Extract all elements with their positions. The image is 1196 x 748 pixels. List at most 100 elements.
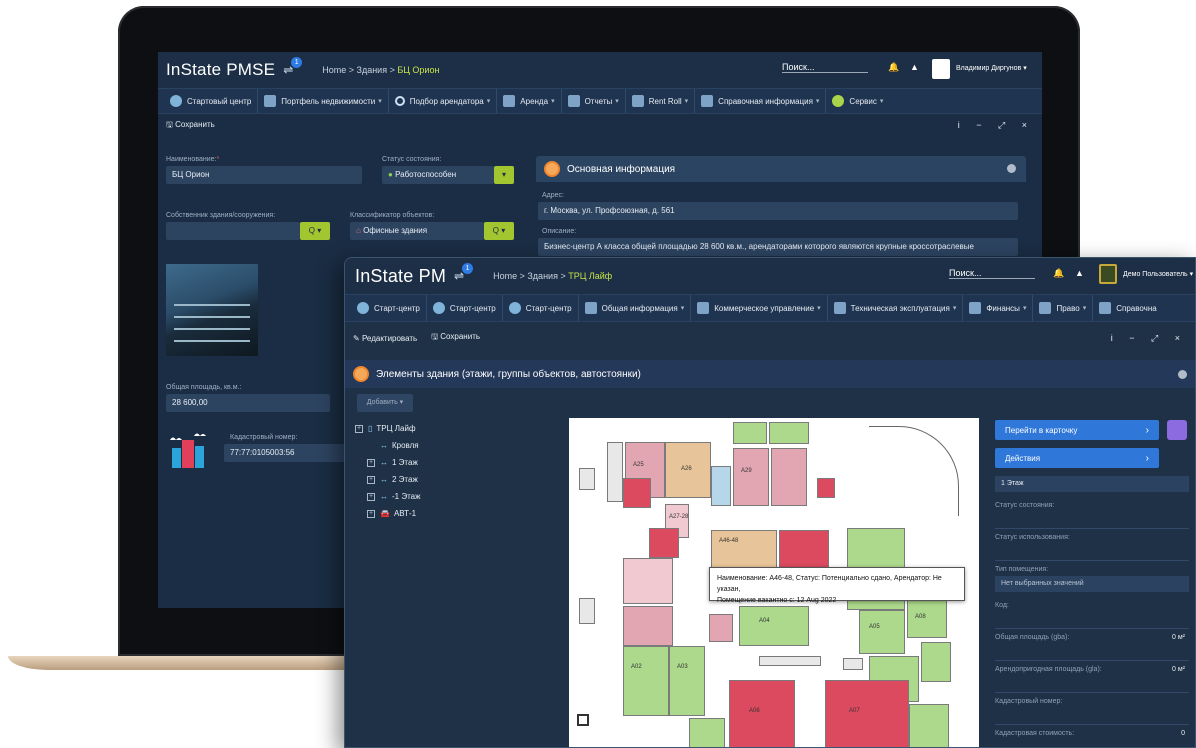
- ownership-search-button[interactable]: Q ▾: [300, 222, 330, 240]
- save-button[interactable]: 🖫 Сохранить: [431, 331, 480, 345]
- plan-room[interactable]: [729, 680, 795, 747]
- plan-room[interactable]: [859, 610, 905, 654]
- nav-item-6[interactable]: Справочная информация ▾: [695, 89, 827, 113]
- bell-icon[interactable]: 🔔: [1053, 268, 1064, 279]
- expand-icon[interactable]: +: [367, 458, 375, 467]
- elements-section-header[interactable]: Элементы здания (этажи, группы объектов,…: [345, 360, 1195, 388]
- address-field[interactable]: г. Москва, ул. Профсоюзная, д. 561: [538, 202, 1018, 220]
- app-logo[interactable]: InState PM: [355, 266, 446, 287]
- building-photo[interactable]: [166, 264, 258, 356]
- name-field[interactable]: БЦ Орион: [166, 166, 362, 184]
- user-menu[interactable]: Демо Пользователь ▾: [1123, 270, 1193, 278]
- goto-card-button[interactable]: Перейти в карточку ›: [995, 420, 1159, 440]
- nav-item-5[interactable]: Rent Roll ▾: [626, 89, 696, 113]
- nav-item-4[interactable]: Отчеты ▾: [562, 89, 626, 113]
- plan-room[interactable]: [909, 704, 949, 747]
- main-info-panel-header[interactable]: Основная информация: [536, 156, 1026, 182]
- plan-room[interactable]: [733, 422, 767, 444]
- nav-item-1[interactable]: Портфель недвижимости ▾: [258, 89, 389, 113]
- app-logo[interactable]: InState PMSE: [166, 60, 275, 80]
- add-dropdown-button[interactable]: Добавить ▾: [357, 394, 413, 412]
- plan-room[interactable]: [623, 478, 651, 508]
- coins-icon: [969, 302, 982, 314]
- plan-room[interactable]: [739, 606, 809, 646]
- nav-item-2[interactable]: Подбор арендатора ▾: [389, 89, 498, 113]
- avatar[interactable]: [1099, 264, 1117, 284]
- plan-room[interactable]: [817, 478, 835, 498]
- breadcrumb-current[interactable]: БЦ Орион: [397, 65, 439, 75]
- nav-item-7[interactable]: Сервис ▾: [826, 89, 889, 113]
- nav-item-8[interactable]: Справочна: [1093, 295, 1162, 321]
- tree-node[interactable]: + 🚘 АВТ-1: [355, 505, 420, 522]
- description-field[interactable]: Бизнес-центр А класса общей площадью 28 …: [538, 238, 1018, 256]
- edit-button[interactable]: ✎ Редактировать: [353, 334, 417, 343]
- classifier-field[interactable]: ⌂ Офисные здания: [350, 222, 484, 240]
- plan-room[interactable]: [623, 646, 669, 716]
- room-label: А04: [759, 618, 770, 624]
- classifier-search-button[interactable]: Q ▾: [484, 222, 514, 240]
- actions-button[interactable]: Действия ›: [995, 448, 1159, 468]
- tree-node[interactable]: + ↔ -1 Этаж: [355, 488, 420, 505]
- nav-item-2[interactable]: Старт-центр: [503, 295, 579, 321]
- status-dropdown-button[interactable]: ▾: [494, 166, 514, 184]
- nav-item-6[interactable]: Финансы ▾: [963, 295, 1034, 321]
- search-input[interactable]: Поиск...: [782, 62, 868, 73]
- floor-field[interactable]: 1 Этаж: [995, 476, 1189, 492]
- collapse-icon[interactable]: [1007, 164, 1016, 173]
- plan-room[interactable]: [711, 466, 731, 506]
- bell-icon[interactable]: 🔔: [888, 62, 899, 73]
- fullscreen-button[interactable]: [1167, 420, 1187, 440]
- expand-icon[interactable]: +: [367, 509, 375, 518]
- room-type-select[interactable]: Нет выбранных значений: [995, 576, 1189, 592]
- breadcrumb-path[interactable]: Home > Здания >: [322, 65, 397, 75]
- plan-room[interactable]: [769, 422, 809, 444]
- nav-item-1[interactable]: Старт-центр: [427, 295, 503, 321]
- description-label: Описание:: [542, 228, 577, 235]
- plan-room[interactable]: [771, 448, 807, 506]
- nav-item-5[interactable]: Техническая эксплуатация ▾: [828, 295, 964, 321]
- status-select[interactable]: ● Работоспособен: [382, 166, 494, 184]
- breadcrumb-path[interactable]: Home > Здания >: [493, 271, 568, 281]
- avatar[interactable]: [932, 59, 950, 79]
- expand-icon[interactable]: +: [367, 492, 375, 501]
- plan-room[interactable]: [623, 606, 673, 646]
- plan-room[interactable]: [843, 658, 863, 670]
- nav-item-0[interactable]: Стартовый центр: [164, 89, 259, 113]
- plan-room[interactable]: [921, 642, 951, 682]
- plan-room[interactable]: [825, 680, 909, 747]
- window-controls[interactable]: i − ⤢ ×: [1111, 333, 1187, 344]
- window-controls[interactable]: i − ⤢ ×: [958, 120, 1034, 131]
- nav-item-3[interactable]: Общая информация ▾: [579, 295, 692, 321]
- area-field[interactable]: 28 600,00: [166, 394, 330, 412]
- plan-room[interactable]: [623, 558, 673, 604]
- plan-room[interactable]: [733, 448, 769, 506]
- ownership-field[interactable]: [166, 222, 300, 240]
- nav-item-0[interactable]: Старт-центр: [351, 295, 427, 321]
- nav-item-7[interactable]: Право ▾: [1033, 295, 1094, 321]
- expand-icon[interactable]: +: [367, 475, 375, 484]
- tree-node[interactable]: + ▯ ТРЦ Лайф: [355, 420, 420, 437]
- warning-icon[interactable]: ▲: [1075, 268, 1084, 278]
- tree-node[interactable]: + ↔ 2 Этаж: [355, 471, 420, 488]
- property-label: Статус использования:: [995, 534, 1070, 541]
- nav-item-4[interactable]: Коммерческое управление ▾: [691, 295, 828, 321]
- plan-room[interactable]: [689, 718, 725, 747]
- search-input[interactable]: Поиск...: [949, 268, 1035, 279]
- plan-save-icon[interactable]: [577, 714, 589, 726]
- property-label: Арендопригодная площадь (gla):: [995, 666, 1102, 673]
- warning-icon[interactable]: ▲: [910, 62, 919, 72]
- tree-node[interactable]: ↔ Кровля: [355, 437, 420, 454]
- laptop-toolbar: 🖫 Сохранить i − ⤢ ×: [158, 114, 1042, 138]
- expand-icon[interactable]: +: [355, 424, 363, 433]
- tree-node[interactable]: + ↔ 1 Этаж: [355, 454, 420, 471]
- nav-item-3[interactable]: Аренда ▾: [497, 89, 562, 113]
- cadastral-field[interactable]: 77:77:0105003:56: [224, 444, 354, 462]
- user-menu[interactable]: Владимир Диргунов ▾: [956, 64, 1027, 72]
- plan-room[interactable]: [669, 646, 705, 716]
- plan-room[interactable]: [607, 442, 623, 502]
- breadcrumb-current[interactable]: ТРЦ Лайф: [568, 271, 612, 281]
- plan-room[interactable]: [709, 614, 733, 642]
- plan-room[interactable]: [649, 528, 679, 558]
- save-button[interactable]: 🖫 Сохранить: [166, 119, 215, 133]
- collapse-icon[interactable]: [1178, 370, 1187, 379]
